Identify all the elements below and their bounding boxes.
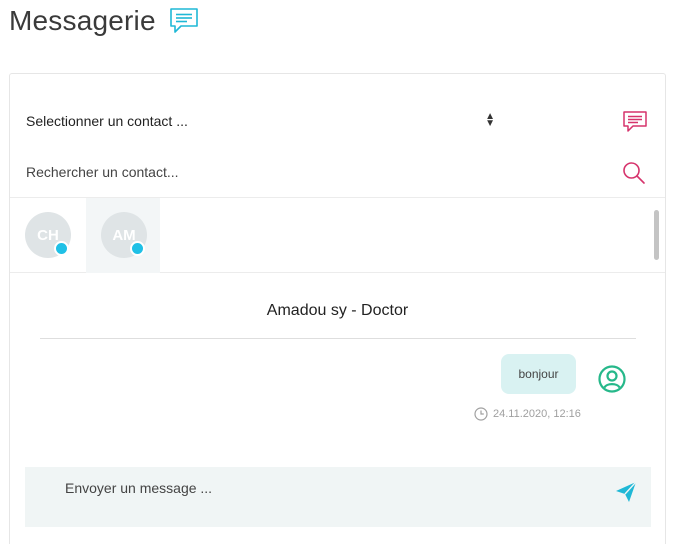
conversation-title: Amadou sy - Doctor — [266, 302, 409, 319]
contact-item-am[interactable]: AM — [86, 198, 160, 273]
search-row — [10, 150, 665, 194]
contact-item-ch[interactable]: CH — [10, 198, 84, 273]
user-circle-icon — [597, 364, 627, 394]
message-text: bonjour — [518, 367, 559, 381]
compose-area — [25, 467, 651, 527]
timestamp-text: 24.11.2020, 12:16 — [493, 408, 581, 420]
send-icon[interactable] — [614, 480, 638, 504]
contact-select-value: Selectionner un contact ... — [26, 113, 188, 129]
divider — [40, 338, 636, 339]
page-title: Messagerie — [9, 5, 156, 36]
select-arrows-icon: ▲ ▼ — [485, 111, 495, 129]
contact-select[interactable]: Selectionner un contact ... ▲ ▼ — [26, 99, 501, 143]
contact-select-row: Selectionner un contact ... ▲ ▼ — [10, 99, 665, 143]
message-bubble: bonjour — [501, 354, 576, 394]
search-icon[interactable] — [622, 161, 646, 185]
search-input[interactable] — [26, 160, 586, 184]
contacts-bar: CH AM — [10, 197, 665, 273]
message-input[interactable] — [65, 477, 585, 499]
online-status-dot — [130, 241, 145, 256]
message-timestamp: 24.11.2020, 12:16 — [474, 407, 581, 421]
online-status-dot — [54, 241, 69, 256]
clock-icon — [474, 407, 488, 421]
messaging-card: Selectionner un contact ... ▲▼ CH — [9, 73, 666, 544]
chat-bubble-icon — [168, 5, 200, 37]
contacts-scrollbar[interactable] — [654, 210, 659, 260]
new-message-icon[interactable] — [622, 109, 648, 135]
